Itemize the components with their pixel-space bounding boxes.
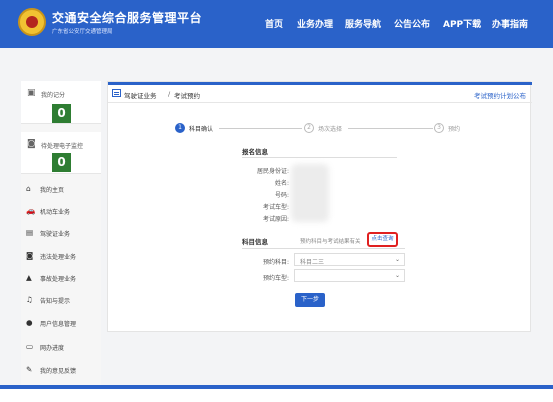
id-card-label: 居民身份证: <box>256 168 289 175</box>
step-3-circle: 3 <box>434 123 444 133</box>
site-title[interactable]: 交通安全综合服务管理平台 <box>52 9 202 26</box>
sidebar-item-label: 机动车业务 <box>40 209 71 216</box>
breadcrumb-current: 考试预约 <box>174 92 200 100</box>
monitor-count[interactable]: 0 <box>52 153 71 172</box>
camera-icon: ◙ <box>27 139 36 149</box>
section-divider <box>242 248 405 249</box>
nav-guide[interactable]: 办事指南 <box>492 17 528 30</box>
nav-business[interactable]: 业务办理 <box>297 17 333 30</box>
header: 交通安全综合服务管理平台 广东省公安厅交通管理局 首页 业务办理 服务导航 公告… <box>0 0 553 48</box>
exam-reason-label: 考试原因: <box>262 216 289 223</box>
main-panel: 驾驶证业务 / 考试预约 考试预约计划公布 1 科目确认 2 场次选择 3 预约… <box>107 81 532 332</box>
vehicle-type-label: 考试车型: <box>262 204 289 211</box>
step-1-label: 科目确认 <box>189 126 214 133</box>
sidebar-item-vehicle[interactable]: 🚗 机动车业务 <box>21 200 101 222</box>
step-3-label: 预约 <box>448 126 461 133</box>
subject-notice: 预约科目与考试结果有关 <box>300 239 361 245</box>
police-emblem-logo[interactable] <box>18 8 46 36</box>
user-icon: ● <box>26 318 33 327</box>
exam-plan-link[interactable]: 考试预约计划公布 <box>474 90 526 100</box>
chevron-down-icon: ⌄ <box>394 256 400 263</box>
sidebar-item-violation[interactable]: ◙ 违法处理业务 <box>21 245 101 267</box>
sidebar-item-label: 我的主页 <box>40 187 65 194</box>
sidebar-item-user-info[interactable]: ● 用户信息管理 <box>21 312 101 334</box>
nav-service-guide[interactable]: 服务导航 <box>345 17 381 30</box>
car-icon: 🚗 <box>26 206 36 215</box>
breadcrumb-divider <box>108 102 532 103</box>
emblem-center <box>26 16 38 28</box>
step-2-circle: 2 <box>304 123 314 133</box>
step-1-circle: 1 <box>175 123 185 133</box>
sidebar-item-label: 告知与提示 <box>40 298 71 305</box>
panel-accent-bar <box>108 82 532 85</box>
sidebar-item-home[interactable]: ⌂ 我的主页 <box>21 178 101 200</box>
nav-home[interactable]: 首页 <box>265 17 283 30</box>
sidebar-item-label: 网办进度 <box>40 345 65 352</box>
feedback-icon: ✎ <box>26 365 33 374</box>
nav-app-download[interactable]: APP下载 <box>443 17 481 30</box>
subject-select-value: 科目二三 <box>300 259 325 266</box>
license-icon: ▤ <box>26 228 34 237</box>
step-connector <box>219 128 302 129</box>
sidebar-item-license[interactable]: ▤ 驾驶证业务 <box>21 222 101 244</box>
nav-announcements[interactable]: 公告公布 <box>394 17 430 30</box>
section-divider <box>242 157 397 158</box>
score-card[interactable]: ▣ 我的记分 0 <box>21 81 101 124</box>
breadcrumb-main[interactable]: 驾驶证业务 <box>124 90 157 100</box>
number-label: 号码: <box>274 192 289 199</box>
sidebar-item-label: 我的意见反馈 <box>40 368 77 375</box>
monitor-card[interactable]: ◙ 待处理电子监控 0 <box>21 132 101 174</box>
sidebar: ▣ 我的记分 0 ◙ 待处理电子监控 0 ⌂ 我的主页 🚗 机动车业务 ▤ 驾驶… <box>21 81 101 385</box>
step-2-label: 场次选择 <box>318 126 343 133</box>
score-card-label: 我的记分 <box>41 92 66 99</box>
subject-select[interactable]: 科目二三 ⌄ <box>294 253 405 266</box>
step-connector <box>348 128 433 129</box>
score-count[interactable]: 0 <box>52 104 71 123</box>
license-icon <box>112 89 121 97</box>
vehicle-label: 预约车型: <box>262 275 289 282</box>
subject-info-title: 科目信息 <box>242 238 268 246</box>
site-subtitle: 广东省公安厅交通管理局 <box>52 29 113 35</box>
name-label: 姓名: <box>274 180 289 187</box>
sidebar-item-feedback[interactable]: ✎ 我的意见反馈 <box>21 359 101 381</box>
monitor-card-label: 待处理电子监控 <box>41 143 84 150</box>
progress-icon: ▭ <box>26 342 34 351</box>
warning-icon: ▲ <box>26 273 32 282</box>
sidebar-item-label: 用户信息管理 <box>40 321 77 328</box>
subject-label: 预约科目: <box>262 259 289 266</box>
sidebar-item-progress[interactable]: ▭ 网办进度 <box>21 336 101 358</box>
sidebar-item-label: 驾驶证业务 <box>40 231 71 238</box>
redacted-values <box>291 164 329 222</box>
license-card-icon: ▣ <box>27 88 36 98</box>
sidebar-item-accident[interactable]: ▲ 事故处理业务 <box>21 267 101 289</box>
registration-info-title: 报名信息 <box>242 148 268 156</box>
vehicle-select[interactable]: ⌄ <box>294 269 405 282</box>
chevron-down-icon: ⌄ <box>394 272 400 279</box>
query-button[interactable]: 点击查询 <box>367 232 398 247</box>
breadcrumb-separator: / <box>168 90 171 98</box>
sidebar-item-label: 违法处理业务 <box>40 254 77 261</box>
next-step-button[interactable]: 下一步 <box>295 293 325 307</box>
home-icon: ⌂ <box>26 184 31 193</box>
footer <box>0 389 553 402</box>
sidebar-item-label: 事故处理业务 <box>40 276 77 283</box>
bell-icon: ♫ <box>26 295 33 304</box>
sidebar-item-notices[interactable]: ♫ 告知与提示 <box>21 289 101 311</box>
camera-icon: ◙ <box>26 251 34 260</box>
